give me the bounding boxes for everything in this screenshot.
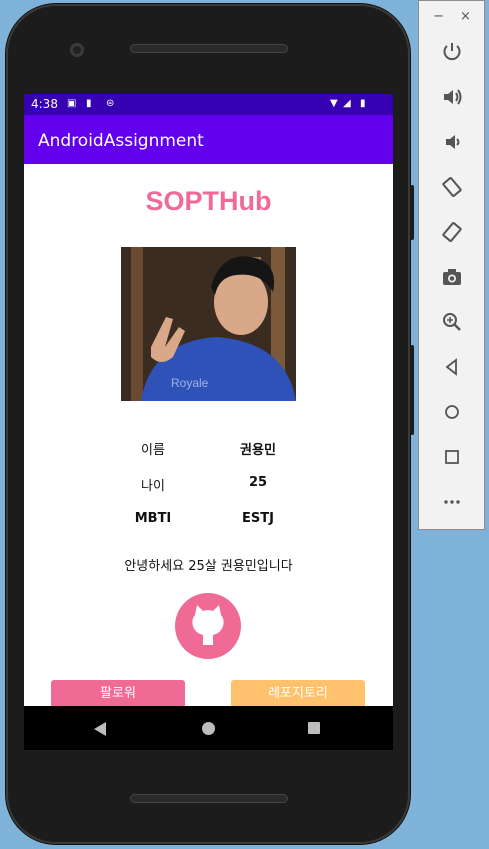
side-button: [410, 185, 414, 240]
rotate-right-button[interactable]: [419, 214, 484, 250]
mbti-value: ESTJ: [242, 511, 274, 526]
more-button[interactable]: [419, 484, 484, 520]
back-icon: [445, 358, 457, 376]
navigation-bar: [24, 706, 393, 750]
zoom-button[interactable]: [419, 304, 484, 340]
rotate-right-icon: [441, 222, 462, 242]
emulator-back-button[interactable]: [419, 349, 484, 385]
repository-button[interactable]: 레포지토리: [231, 680, 365, 706]
power-button[interactable]: [419, 34, 484, 70]
screenshot-button[interactable]: [419, 259, 484, 295]
front-camera: [70, 43, 84, 57]
age-label: 나이: [141, 479, 165, 494]
name-label: 이름: [141, 443, 165, 458]
github-octocat-icon: [192, 605, 224, 645]
back-icon[interactable]: [94, 722, 106, 736]
repository-button-label: 레포지토리: [268, 686, 328, 701]
camera-icon: [442, 269, 461, 285]
close-icon[interactable]: ×: [460, 9, 471, 24]
github-button[interactable]: [175, 593, 241, 659]
home-icon: [444, 405, 459, 419]
name-value: 권용민: [240, 443, 276, 458]
top-speaker: [130, 44, 288, 53]
app-logo: SOPTHub: [145, 186, 272, 216]
emulator-toolbar: − ×: [418, 0, 485, 530]
sync-icon: ⊜: [106, 98, 115, 109]
overview-icon: [444, 450, 459, 464]
volume-up-button[interactable]: [419, 79, 484, 115]
app-title: AndroidAssignment: [38, 131, 204, 151]
status-bar: 4:38 ▣ ▮ ⊜ ▼ ◢ ▮: [24, 94, 393, 115]
power-icon: [443, 43, 460, 61]
sd-card-icon: ▮: [86, 98, 92, 109]
recent-apps-icon[interactable]: [308, 722, 320, 734]
volume-up-icon: [443, 89, 461, 105]
wifi-icon: ▼: [330, 98, 338, 109]
svg-text:Royale: Royale: [171, 376, 209, 390]
emulator-home-button[interactable]: [419, 394, 484, 430]
signal-icon: ◢: [343, 98, 351, 109]
rotate-left-icon: [441, 177, 462, 197]
intro-text: 안녕하세요 25살 권용민입니다: [124, 559, 293, 574]
age-value: 25: [248, 475, 268, 490]
profile-photo: Royale: [121, 247, 296, 401]
volume-down-icon: [445, 135, 459, 149]
notification-a-icon: ▣: [67, 98, 77, 109]
side-button: [410, 345, 414, 435]
home-icon[interactable]: [202, 722, 215, 735]
bottom-speaker: [130, 794, 288, 803]
emulator-overview-button[interactable]: [419, 439, 484, 475]
battery-icon: ▮: [360, 98, 366, 109]
zoom-icon: [442, 313, 461, 331]
follower-button[interactable]: 팔로워: [51, 680, 185, 706]
status-time: 4:38: [31, 97, 58, 111]
device-screen: 4:38 ▣ ▮ ⊜ ▼ ◢ ▮ AndroidAssignment SOPTH…: [24, 94, 393, 706]
rotate-left-button[interactable]: [419, 169, 484, 205]
volume-down-button[interactable]: [419, 124, 484, 160]
more-icon: [443, 500, 460, 504]
minimize-icon[interactable]: −: [433, 9, 444, 24]
follower-button-label: 팔로워: [100, 686, 136, 701]
app-bar: AndroidAssignment: [24, 115, 393, 164]
mbti-label: MBTI: [134, 511, 172, 526]
